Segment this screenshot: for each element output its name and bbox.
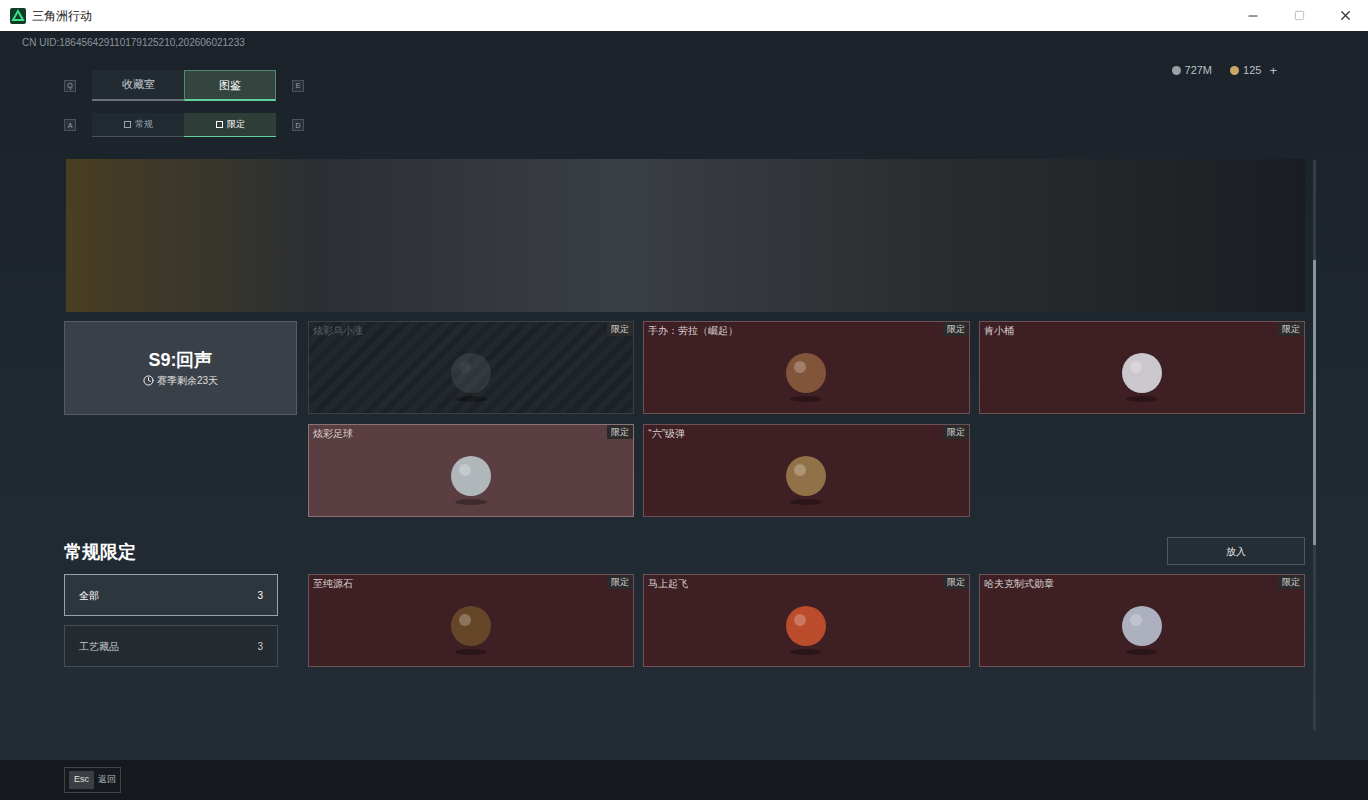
item-icon xyxy=(441,345,501,405)
item-name: 至纯源石 xyxy=(309,575,353,590)
filter-item[interactable]: 全部3 xyxy=(64,574,278,616)
uid-label: CN UID:186456429110179125210,20260602123… xyxy=(22,31,1346,55)
currency: 125+ xyxy=(1230,62,1277,79)
item-icon xyxy=(1112,345,1172,405)
app-logo-icon xyxy=(10,8,26,24)
key-hint: Q xyxy=(64,80,76,92)
minimize-button[interactable] xyxy=(1230,0,1276,31)
put-in-button[interactable]: 放入 xyxy=(1167,537,1305,565)
footer-bar: Esc 返回 xyxy=(0,760,1368,800)
season-remaining: 赛季剩余23天 xyxy=(157,373,218,388)
filter-list: 全部3 工艺藏品3 xyxy=(64,574,278,667)
maximize-icon xyxy=(1294,10,1305,21)
section-title: 常规限定 xyxy=(64,539,136,565)
item-name: 手办：劳拉（崛起） xyxy=(644,322,738,337)
season-title: S9:回声 xyxy=(148,349,212,371)
clock-icon xyxy=(143,375,154,386)
season-grid: 炫彩乌小涨限定手办：劳拉（崛起）限定肯小桶限定炫彩足球限定“六”级弹限定 xyxy=(308,321,1305,517)
scrollbar[interactable] xyxy=(1313,160,1316,730)
sub-tab-icon xyxy=(124,121,131,128)
esc-key: Esc xyxy=(69,771,94,789)
item-name: 马上起飞 xyxy=(644,575,688,590)
item-badge: 限定 xyxy=(1278,322,1304,336)
add-currency-button[interactable]: + xyxy=(1269,64,1277,77)
item-card[interactable]: 炫彩乌小涨 限定 xyxy=(308,321,634,414)
item-badge: 限定 xyxy=(607,575,633,589)
item-card[interactable]: 手办：劳拉（崛起） 限定 xyxy=(643,321,969,414)
item-icon xyxy=(1112,598,1172,658)
item-card[interactable]: 哈夫克制式勋章 限定 xyxy=(979,574,1305,667)
regular-section: 全部3工艺藏品3至纯源石限定马上起飞限定哈夫克制式勋章限定 xyxy=(64,574,1305,667)
item-icon xyxy=(441,598,501,658)
item-badge: 限定 xyxy=(607,425,633,439)
main-tab[interactable]: 图鉴 xyxy=(184,70,276,101)
key-hint: D xyxy=(292,119,304,131)
title-bar: 三角洲行动 xyxy=(0,0,1368,31)
filter-item[interactable]: 工艺藏品3 xyxy=(64,625,278,667)
season-card: S9:回声赛季剩余23天 xyxy=(64,321,297,415)
item-name: “六”级弹 xyxy=(644,425,685,440)
main-tabs: Q 收藏室图鉴 E xyxy=(64,70,304,101)
item-card[interactable]: “六”级弹 限定 xyxy=(643,424,969,517)
item-badge: 限定 xyxy=(1278,575,1304,589)
item-icon xyxy=(441,448,501,508)
window-title: 三角洲行动 xyxy=(32,7,92,25)
season-section: S9:回声赛季剩余23天炫彩乌小涨限定手办：劳拉（崛起）限定肯小桶限定炫彩足球限… xyxy=(64,321,1305,517)
item-badge: 限定 xyxy=(943,425,969,439)
item-card[interactable]: 马上起飞 限定 xyxy=(643,574,969,667)
coin-icon xyxy=(1230,66,1239,75)
item-icon xyxy=(776,448,836,508)
key-hint: E xyxy=(292,80,304,92)
currency: 727M xyxy=(1172,62,1213,79)
minimize-icon xyxy=(1246,9,1260,23)
sub-tab[interactable]: 常规 xyxy=(92,113,184,137)
regular-grid: 至纯源石限定马上起飞限定哈夫克制式勋章限定 xyxy=(308,574,1305,667)
key-hint: A xyxy=(64,119,76,131)
item-name: 肯小桶 xyxy=(980,322,1014,337)
season-banner xyxy=(66,159,1305,312)
item-name: 炫彩足球 xyxy=(309,425,353,440)
back-button[interactable]: Esc 返回 xyxy=(64,767,121,793)
item-card[interactable]: 至纯源石 限定 xyxy=(308,574,634,667)
main-area: CN UID:186456429110179125210,20260602123… xyxy=(0,31,1368,760)
sub-tab-icon xyxy=(216,121,223,128)
close-icon xyxy=(1338,8,1353,23)
app-window: 三角洲行动 CN UID:186456429110179125210,202606… xyxy=(0,0,1368,800)
coin-icon xyxy=(1172,66,1181,75)
item-icon xyxy=(776,598,836,658)
item-icon xyxy=(776,345,836,405)
item-badge: 限定 xyxy=(943,575,969,589)
item-badge: 限定 xyxy=(607,322,633,336)
item-card[interactable]: 炫彩足球 限定 xyxy=(308,424,634,517)
scrollbar-thumb[interactable] xyxy=(1313,260,1316,545)
maximize-button[interactable] xyxy=(1276,0,1322,31)
currency-bar: 727M 125+ xyxy=(1172,62,1277,79)
back-label: 返回 xyxy=(98,773,116,787)
item-name: 哈夫克制式勋章 xyxy=(980,575,1054,590)
item-card[interactable]: 肯小桶 限定 xyxy=(979,321,1305,414)
item-badge: 限定 xyxy=(943,322,969,336)
item-name: 炫彩乌小涨 xyxy=(309,322,363,337)
main-tab[interactable]: 收藏室 xyxy=(92,70,184,101)
sub-tabs: A 常规限定 D xyxy=(64,113,1305,137)
sub-tab[interactable]: 限定 xyxy=(184,113,276,137)
close-button[interactable] xyxy=(1322,0,1368,31)
